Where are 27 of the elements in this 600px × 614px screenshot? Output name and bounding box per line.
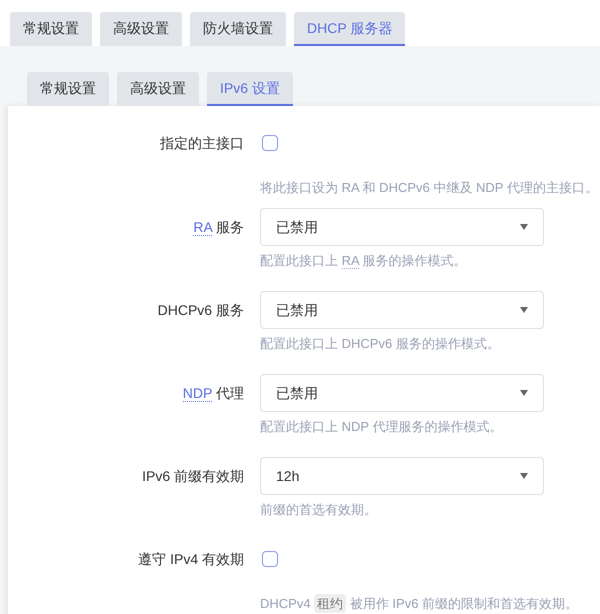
- field-label: IPv6 前缀有效期: [142, 466, 244, 486]
- field-description: 配置此接口上 DHCPv6 服务的操作模式。: [260, 336, 500, 351]
- checkbox[interactable]: [262, 551, 278, 567]
- tab[interactable]: 防火墙设置: [190, 12, 286, 46]
- tab[interactable]: 高级设置: [117, 72, 199, 106]
- field-description: 配置此接口上 RA 服务的操作模式。: [260, 253, 467, 269]
- field-description: 前缀的首选有效期。: [260, 502, 377, 517]
- field-label: DHCPv6 服务: [158, 300, 244, 320]
- tab[interactable]: 常规设置: [27, 72, 109, 106]
- select-field[interactable]: 已禁用: [260, 208, 544, 246]
- field-label: 遵守 IPv4 有效期: [138, 550, 244, 568]
- tab[interactable]: 高级设置: [100, 12, 182, 46]
- field-label: RA 服务: [193, 218, 244, 238]
- field-label: NDP 代理: [182, 384, 244, 404]
- field-description: 将此接口设为 RA 和 DHCPv6 中继及 NDP 代理的主接口。: [260, 180, 598, 195]
- dropdown-caret-icon: [520, 473, 528, 479]
- field-label: 指定的主接口: [160, 134, 244, 152]
- dropdown-caret-icon: [520, 390, 528, 396]
- checkbox[interactable]: [262, 135, 278, 151]
- select-field[interactable]: 已禁用: [260, 374, 544, 412]
- field-description: DHCPv4 租约 被用作 IPv6 前缀的限制和首选有效期。: [260, 594, 578, 613]
- tab[interactable]: 常规设置: [10, 12, 92, 46]
- select-field[interactable]: 12h: [260, 457, 544, 495]
- dropdown-caret-icon: [520, 224, 528, 230]
- dropdown-caret-icon: [520, 307, 528, 313]
- select-field[interactable]: 已禁用: [260, 291, 544, 329]
- field-description: 配置此接口上 NDP 代理服务的操作模式。: [260, 419, 502, 434]
